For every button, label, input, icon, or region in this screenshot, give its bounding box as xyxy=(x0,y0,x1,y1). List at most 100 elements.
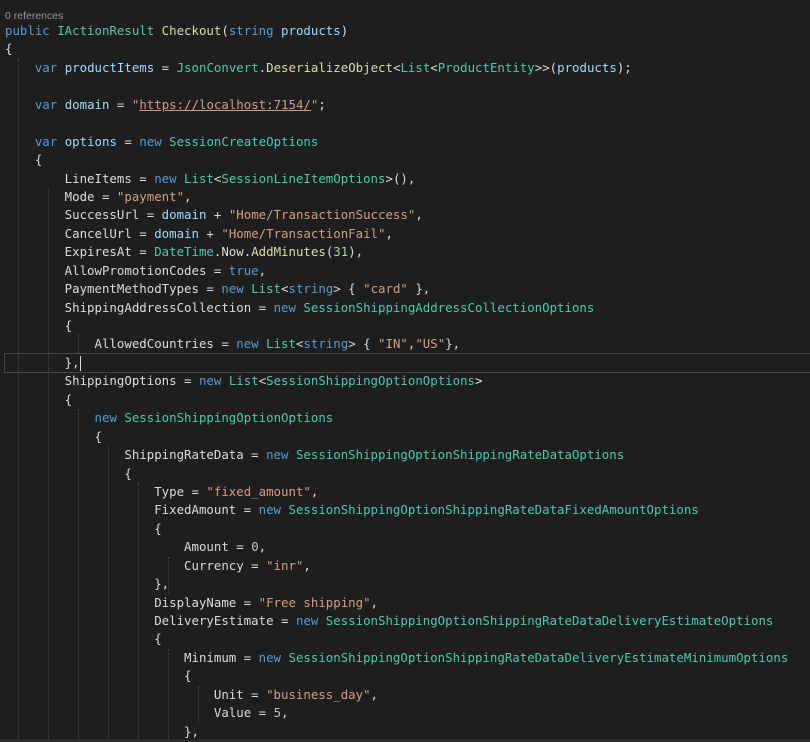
code-token: DeliveryEstimate = xyxy=(5,613,296,628)
code-line[interactable]: { xyxy=(5,667,810,685)
code-line[interactable]: Type = "fixed_amount", xyxy=(5,483,810,501)
code-token: > xyxy=(475,373,483,389)
code-lines[interactable]: public IActionResult Checkout(string pro… xyxy=(4,22,810,741)
code-line[interactable]: Minimum = new SessionShippingOptionShipp… xyxy=(5,649,810,667)
code-line[interactable]: LineItems = new List<SessionLineItemOpti… xyxy=(5,170,810,188)
code-line[interactable]: Unit = "business_day", xyxy=(5,686,810,704)
code-token: List xyxy=(266,336,296,352)
code-token: domain xyxy=(161,207,207,223)
code-line[interactable]: { xyxy=(5,630,810,648)
code-token: > { xyxy=(348,336,379,352)
code-token: ), xyxy=(348,244,364,260)
code-line[interactable]: { xyxy=(5,40,810,58)
codelens-references[interactable]: 0 references xyxy=(5,9,63,23)
code-token: DeserializeObject xyxy=(266,59,393,75)
code-line[interactable] xyxy=(5,77,810,95)
code-line[interactable]: { xyxy=(5,520,810,538)
code-token: ( xyxy=(221,23,229,38)
code-line[interactable]: { xyxy=(5,428,810,446)
code-token: domain xyxy=(64,96,110,112)
code-token: options xyxy=(64,133,117,149)
code-token: List xyxy=(228,373,259,389)
code-line[interactable]: ShippingOptions = new List<SessionShippi… xyxy=(5,372,810,390)
code-line[interactable]: }, xyxy=(4,352,810,374)
code-token: { xyxy=(5,520,162,536)
code-line[interactable]: { xyxy=(5,317,810,335)
code-token: }, xyxy=(5,723,199,739)
code-token: Currency = xyxy=(5,557,267,573)
code-line[interactable]: Mode = "payment", xyxy=(5,188,810,206)
code-token: { xyxy=(5,631,162,647)
code-token: List xyxy=(184,170,214,186)
code-editor[interactable]: 0 references public IActionResult Checko… xyxy=(0,0,810,742)
code-token: < xyxy=(430,59,438,75)
code-line[interactable]: { xyxy=(5,151,810,169)
code-line[interactable] xyxy=(5,114,810,132)
code-token: domain xyxy=(154,225,199,241)
code-token: https://localhost:7154/ xyxy=(139,96,311,112)
code-token: string xyxy=(303,336,349,352)
code-token: Mode = xyxy=(5,188,117,204)
code-token: "card" xyxy=(363,281,408,297)
code-token: Type = xyxy=(5,483,207,499)
code-line[interactable]: { xyxy=(5,465,810,483)
code-token: "inr" xyxy=(266,557,304,573)
code-token: new xyxy=(258,649,289,665)
code-line[interactable]: var productItems = JsonConvert.Deseriali… xyxy=(5,59,810,77)
code-token: < xyxy=(281,281,289,297)
code-token: SessionShippingOptionShippingRateDataDel… xyxy=(288,649,789,665)
code-token: + xyxy=(198,225,222,241)
code-line[interactable]: Value = 5, xyxy=(5,704,810,722)
code-token: AllowPromotionCodes = xyxy=(5,262,229,278)
code-line[interactable]: var options = new SessionCreateOptions xyxy=(5,133,810,151)
code-token: new xyxy=(273,299,304,315)
code-token: products xyxy=(557,59,617,75)
code-line[interactable]: ExpiresAt = DateTime.Now.AddMinutes(31), xyxy=(5,243,810,261)
code-token: "IN" xyxy=(378,336,408,352)
code-token: SessionShippingOptionOptions xyxy=(266,373,475,389)
code-token: new xyxy=(236,336,267,352)
code-token: 5 xyxy=(273,705,282,721)
code-token: ) xyxy=(340,23,349,38)
code-token: , xyxy=(385,225,393,241)
code-line[interactable]: DisplayName = "Free shipping", xyxy=(5,594,810,612)
code-token: , xyxy=(258,539,267,555)
code-line[interactable]: AllowedCountries = new List<string> { "I… xyxy=(5,335,810,353)
code-token: new xyxy=(221,281,252,297)
code-line[interactable]: PaymentMethodTypes = new List<string> { … xyxy=(5,280,810,298)
code-token: JsonConvert xyxy=(176,59,259,75)
code-line[interactable]: CancelUrl = domain + "Home/TransactionFa… xyxy=(5,225,810,243)
code-token: var xyxy=(34,96,65,112)
code-token: < xyxy=(258,373,267,389)
code-line[interactable]: { xyxy=(5,391,810,409)
code-line[interactable]: FixedAmount = new SessionShippingOptionS… xyxy=(5,501,810,519)
code-token: }, xyxy=(5,354,80,370)
code-token: string xyxy=(288,281,334,297)
code-line[interactable]: DeliveryEstimate = new SessionShippingOp… xyxy=(5,612,810,630)
code-token: 31 xyxy=(333,244,349,260)
code-token: SessionLineItemOptions xyxy=(221,170,386,186)
code-token: AddMinutes xyxy=(251,244,326,260)
code-token: , xyxy=(415,207,423,223)
code-token: CancelUrl = xyxy=(5,225,155,241)
code-line[interactable]: public IActionResult Checkout(string pro… xyxy=(5,22,810,40)
code-line[interactable]: }, xyxy=(5,575,810,593)
code-line[interactable]: ShippingRateData = new SessionShippingOp… xyxy=(5,446,810,464)
code-line[interactable]: Amount = 0, xyxy=(5,538,810,556)
code-token: new xyxy=(266,447,296,463)
code-token: DateTime xyxy=(154,244,214,260)
code-token: SessionCreateOptions xyxy=(169,133,319,149)
code-line[interactable]: var domain = "https://localhost:7154/"; xyxy=(5,96,810,114)
code-line[interactable]: ShippingAddressCollection = new SessionS… xyxy=(5,299,810,317)
code-line[interactable]: Currency = "inr", xyxy=(5,557,810,575)
code-line[interactable]: new SessionShippingOptionOptions xyxy=(5,409,810,427)
code-line[interactable]: SuccessUrl = domain + "Home/TransactionS… xyxy=(5,206,810,224)
code-token: { xyxy=(5,465,132,481)
code-line[interactable]: AllowPromotionCodes = true, xyxy=(5,262,810,280)
code-token: new xyxy=(94,410,125,426)
code-token: > { xyxy=(333,281,364,297)
code-token: >>( xyxy=(534,59,558,75)
code-token: { xyxy=(5,41,13,57)
